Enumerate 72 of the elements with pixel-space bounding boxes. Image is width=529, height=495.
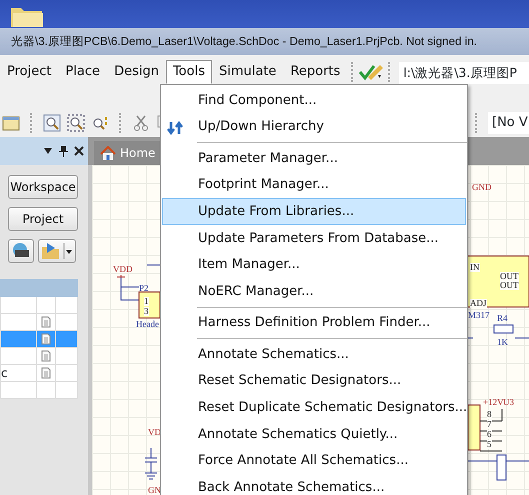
menu-item[interactable]: Annotate Schematics...	[162, 341, 466, 368]
path-field[interactable]: l:\激光器\3.原理图P	[399, 62, 529, 84]
open-folder-button[interactable]	[38, 239, 76, 263]
menu-item[interactable]: Force Annotate All Schematics...	[162, 448, 466, 474]
file-name: c	[0, 364, 36, 382]
cut-icon[interactable]	[132, 114, 150, 132]
pin-label: 6	[487, 430, 492, 439]
menu-item[interactable]: NoERC Manager...	[162, 278, 466, 305]
part-label: R4	[497, 314, 508, 323]
wire	[146, 264, 160, 266]
window-icon[interactable]	[2, 114, 20, 132]
ic-symbol	[468, 404, 480, 450]
pin-label: OUT	[500, 281, 518, 290]
net-label: VDD	[113, 265, 132, 274]
menu-item[interactable]: Reset Schematic Designators...	[162, 368, 466, 395]
resistor-symbol	[494, 324, 514, 334]
menu-item[interactable]: Tools	[166, 60, 212, 84]
home-icon	[100, 146, 116, 160]
menu-item[interactable]: Back Annotate Schematics...	[162, 474, 466, 495]
panel-button[interactable]: Project	[8, 207, 78, 231]
resistor-symbol	[496, 454, 506, 480]
menu-item[interactable]: Design	[107, 60, 166, 84]
pin-label: 1	[144, 297, 148, 306]
menu-item[interactable]: Footprint Manager...	[162, 172, 466, 198]
panel-button[interactable]: Workspace	[8, 175, 78, 199]
pin-label: IN	[470, 263, 480, 272]
chip-icon	[11, 242, 31, 260]
net-label: +12V	[483, 398, 504, 407]
pin-label: 7	[487, 420, 492, 429]
caret-icon[interactable]	[63, 242, 73, 260]
menu-item[interactable]: Item Manager...	[162, 252, 466, 278]
table-header	[56, 280, 78, 296]
net-label: GN	[148, 486, 161, 495]
menu-item[interactable]: Project	[0, 60, 58, 84]
pin-label: ADJ	[470, 299, 487, 308]
folder-icon[interactable]	[10, 5, 44, 28]
net-label: GND	[472, 183, 492, 192]
menu-item[interactable]: Parameter Manager...	[162, 145, 466, 172]
capacitor-symbol	[144, 448, 158, 480]
zoom-area-icon[interactable]	[67, 114, 85, 132]
view-field[interactable]: [No V	[488, 112, 529, 134]
dropdown-icon[interactable]	[43, 147, 53, 155]
menu-item[interactable]: Reports	[283, 60, 348, 84]
net-label: U3	[503, 398, 514, 407]
menu-item[interactable]: Simulate	[212, 60, 284, 84]
table-row[interactable]	[0, 330, 78, 348]
menu-item[interactable]: Update Parameters From Database...	[162, 224, 466, 252]
part-label: M317	[468, 311, 490, 320]
pin-icon[interactable]	[59, 145, 68, 157]
window-title: 光器\3.原理图PCB\6.Demo_Laser1\Voltage.SchDoc - Demo_Laser1.PrjPcb. Not signed in.	[11, 34, 477, 50]
check-pencil-icon[interactable]	[358, 62, 384, 82]
close-icon[interactable]	[74, 146, 84, 156]
zoom-icon[interactable]	[43, 114, 61, 132]
part-label: P2	[139, 284, 149, 293]
chip-button[interactable]	[8, 239, 34, 263]
pin-label: 8	[487, 410, 492, 419]
menu-item[interactable]: Up/Down Hierarchy	[162, 114, 466, 140]
part-label: Heade	[136, 320, 159, 329]
menu-item[interactable]: Reset Duplicate Schematic Designators...	[162, 394, 466, 422]
menu-item[interactable]: Update From Libraries...	[162, 198, 466, 225]
menu-item[interactable]: Find Component...	[162, 87, 466, 114]
pin-lines	[480, 408, 502, 452]
table-row[interactable]	[0, 348, 78, 364]
table-row[interactable]: c	[0, 364, 78, 382]
pin-label: 5	[487, 440, 492, 449]
menu-item[interactable]: Harness Definition Problem Finder...	[162, 310, 466, 336]
pin-label: OUT	[500, 272, 518, 281]
menu-item[interactable]: Annotate Schematics Quietly...	[162, 421, 466, 448]
menu-item[interactable]: Place	[58, 60, 108, 84]
pin-label: 3	[144, 307, 148, 316]
zoom-fit-icon[interactable]	[91, 114, 109, 132]
part-label: 1K	[497, 338, 508, 347]
